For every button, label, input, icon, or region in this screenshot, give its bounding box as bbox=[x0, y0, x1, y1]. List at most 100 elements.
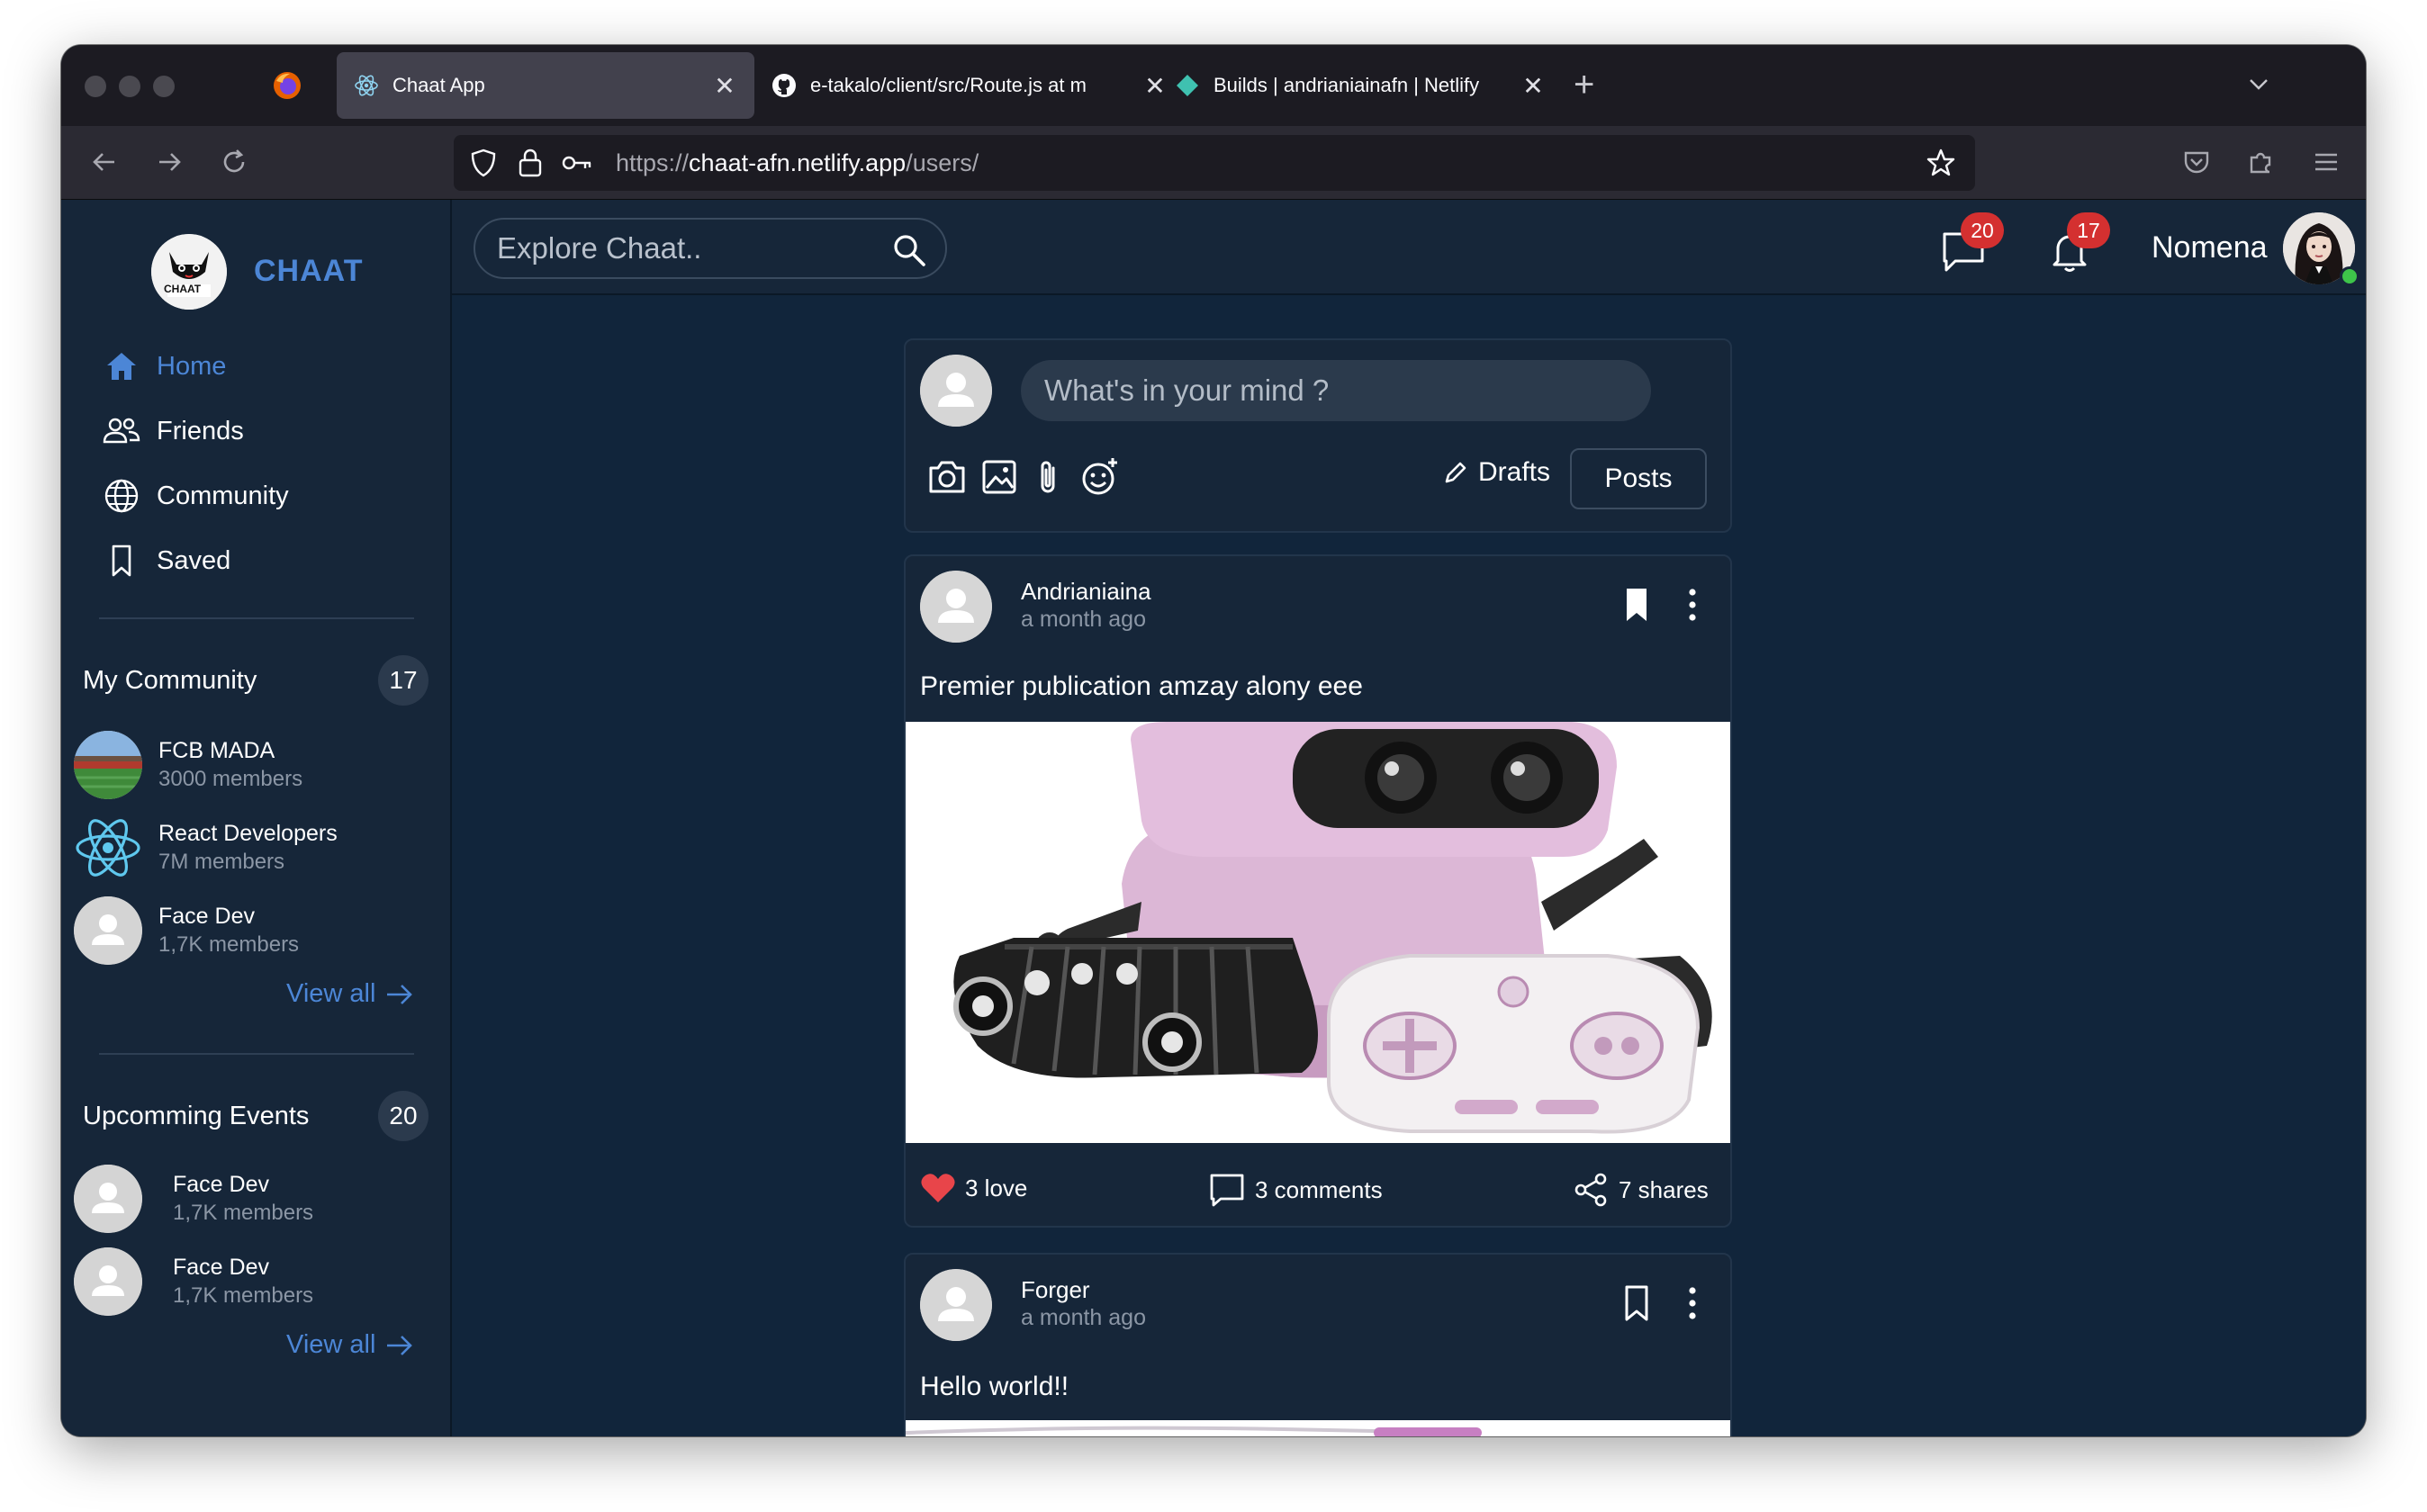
logo-caption: CHAAT bbox=[164, 283, 202, 295]
event-members: 1,7K members bbox=[173, 1283, 314, 1308]
chaat-logo[interactable]: CHAAT bbox=[151, 234, 227, 310]
bookmark-icon[interactable] bbox=[1617, 1283, 1656, 1323]
lock-icon[interactable] bbox=[517, 148, 544, 178]
view-all-label: View all bbox=[286, 1330, 376, 1359]
community-view-all-link[interactable]: View all bbox=[286, 979, 415, 1009]
event-item[interactable]: Face Dev 1,7K members bbox=[74, 1246, 434, 1318]
user-placeholder-icon[interactable] bbox=[920, 1269, 992, 1341]
events-view-all-link[interactable]: View all bbox=[286, 1330, 415, 1360]
whats-on-your-mind-input[interactable] bbox=[1021, 360, 1651, 421]
view-all-label: View all bbox=[286, 979, 376, 1008]
sidebar-item-saved[interactable]: Saved bbox=[99, 538, 230, 583]
zoom-window-button[interactable] bbox=[153, 76, 175, 97]
event-item[interactable]: Face Dev 1,7K members bbox=[74, 1163, 434, 1235]
community-name: FCB MADA bbox=[158, 738, 275, 763]
close-tab-icon[interactable]: ✕ bbox=[711, 71, 738, 101]
forward-arrow-icon[interactable] bbox=[151, 144, 187, 180]
url-text[interactable]: https://chaat-afn.netlify.app/users/ bbox=[616, 149, 979, 177]
event-name: Face Dev bbox=[173, 1172, 269, 1197]
user-placeholder-icon bbox=[74, 1247, 142, 1316]
share-button[interactable]: 7 shares bbox=[1572, 1172, 1709, 1208]
user-placeholder-icon bbox=[920, 355, 992, 427]
bookmark-icon bbox=[99, 538, 144, 583]
community-members: 1,7K members bbox=[158, 932, 300, 957]
post-time: a month ago bbox=[1021, 607, 1146, 632]
shield-icon[interactable] bbox=[468, 148, 499, 178]
post-time: a month ago bbox=[1021, 1305, 1146, 1330]
sidebar-item-home[interactable]: Home bbox=[99, 344, 226, 389]
more-options-icon[interactable] bbox=[1673, 585, 1712, 625]
event-name: Face Dev bbox=[173, 1255, 269, 1280]
github-icon bbox=[772, 74, 796, 97]
posts-button[interactable]: Posts bbox=[1570, 448, 1707, 509]
app-content: CHAAT CHAAT Home Friends Community Saved… bbox=[61, 200, 2366, 1436]
reload-icon[interactable] bbox=[216, 144, 252, 180]
post-author[interactable]: Forger bbox=[1021, 1276, 1090, 1304]
image-icon[interactable] bbox=[978, 455, 1021, 499]
firefox-view-icon[interactable] bbox=[272, 70, 302, 101]
my-community-count: 17 bbox=[378, 655, 429, 706]
new-tab-icon[interactable]: + bbox=[1574, 65, 1594, 105]
community-members: 7M members bbox=[158, 850, 285, 874]
post-text: Hello world!! bbox=[920, 1372, 1069, 1401]
tab-chaat-app[interactable]: Chaat App ✕ bbox=[337, 52, 754, 119]
post-image[interactable] bbox=[906, 1420, 1730, 1436]
post-card: Andrianiaina a month ago Premier publica… bbox=[904, 554, 1732, 1228]
community-name: React Developers bbox=[158, 821, 338, 846]
pocket-icon[interactable] bbox=[2179, 144, 2215, 180]
close-window-button[interactable] bbox=[85, 76, 106, 97]
post-composer: Drafts Posts bbox=[904, 338, 1732, 533]
sidebar-item-friends[interactable]: Friends bbox=[99, 409, 244, 454]
url-host: chaat-afn.netlify.app bbox=[689, 148, 907, 176]
sidebar-divider bbox=[99, 1053, 414, 1055]
drafts-label: Drafts bbox=[1478, 457, 1551, 487]
more-options-icon[interactable] bbox=[1673, 1283, 1712, 1323]
tab-title: e-takalo/client/src/Route.js at m bbox=[810, 74, 1087, 96]
address-bar[interactable]: https://chaat-afn.netlify.app/users/ bbox=[454, 135, 1975, 191]
comments-button[interactable]: 3 comments bbox=[1208, 1172, 1383, 1208]
sidebar-item-community[interactable]: Community bbox=[99, 473, 289, 518]
tab-title: Builds | andrianiainafn | Netlify bbox=[1214, 74, 1480, 96]
post-image-robot[interactable] bbox=[906, 722, 1730, 1143]
heart-icon bbox=[921, 1174, 955, 1202]
paperclip-icon[interactable] bbox=[1028, 455, 1071, 499]
arrow-right-icon bbox=[387, 1335, 413, 1355]
post-author[interactable]: Andrianiaina bbox=[1021, 578, 1151, 606]
user-placeholder-icon[interactable] bbox=[920, 571, 992, 643]
camera-icon[interactable] bbox=[925, 455, 969, 499]
sidebar-divider bbox=[99, 617, 414, 619]
community-item-face-dev[interactable]: Face Dev 1,7K members bbox=[74, 895, 434, 967]
love-button[interactable]: 3 love bbox=[920, 1172, 1027, 1204]
community-item-react-developers[interactable]: React Developers 7M members bbox=[74, 812, 434, 884]
hamburger-menu-icon[interactable] bbox=[2308, 144, 2344, 180]
tab-netlify[interactable]: Builds | andrianiainafn | Netlify ✕ bbox=[1158, 52, 1563, 119]
star-bookmark-icon[interactable] bbox=[1925, 147, 1957, 179]
sidebar-item-label: Saved bbox=[157, 545, 231, 575]
arrow-right-icon bbox=[387, 984, 413, 1004]
search-icon[interactable] bbox=[891, 232, 927, 268]
upcoming-events-count: 20 bbox=[378, 1091, 429, 1141]
event-members: 1,7K members bbox=[173, 1201, 314, 1225]
netlify-icon bbox=[1177, 75, 1198, 96]
drafts-button[interactable]: Drafts bbox=[1442, 457, 1550, 488]
minimize-window-button[interactable] bbox=[119, 76, 140, 97]
sidebar-item-label: Friends bbox=[157, 416, 244, 446]
chevron-down-icon[interactable] bbox=[2245, 70, 2272, 97]
search-input[interactable] bbox=[497, 220, 884, 277]
user-placeholder-icon bbox=[74, 896, 142, 965]
community-item-fcb-mada[interactable]: FCB MADA 3000 members bbox=[74, 729, 434, 801]
bookmark-filled-icon[interactable] bbox=[1617, 585, 1656, 625]
stadium-avatar bbox=[74, 731, 142, 799]
pencil-icon bbox=[1445, 462, 1466, 483]
extensions-icon[interactable] bbox=[2243, 144, 2279, 180]
emoji-add-icon[interactable] bbox=[1078, 455, 1122, 499]
globe-icon bbox=[99, 473, 144, 518]
shares-count: 7 shares bbox=[1619, 1175, 1709, 1203]
my-community-title: My Community bbox=[83, 666, 257, 695]
notifications-badge: 17 bbox=[2067, 212, 2110, 248]
close-tab-icon[interactable]: ✕ bbox=[1520, 71, 1547, 101]
user-name[interactable]: Nomena bbox=[2152, 230, 2268, 266]
tab-github[interactable]: e-takalo/client/src/Route.js at m ✕ bbox=[754, 52, 1185, 119]
key-icon[interactable] bbox=[560, 148, 596, 178]
back-arrow-icon[interactable] bbox=[86, 144, 122, 180]
